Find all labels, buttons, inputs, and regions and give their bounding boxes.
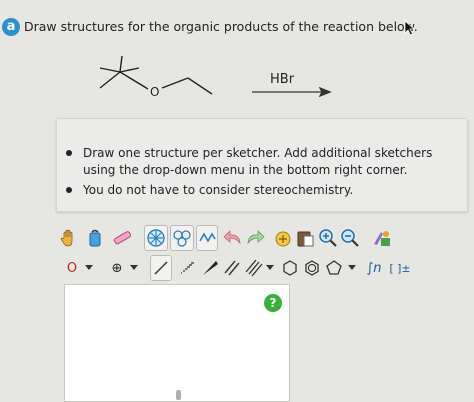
bracket-label: [ ]± [389,261,411,275]
triple-bond-button[interactable] [244,255,264,281]
benzene-circle-icon [147,229,165,247]
chain-icon [199,232,216,243]
sgroup-button[interactable]: ∫n [364,255,384,281]
double-bond-icon [224,260,240,276]
charge-tool-button[interactable]: ⊕ [108,255,126,281]
mouse-cursor-icon [404,20,416,36]
question-badge: a [2,18,20,36]
bracket-button[interactable]: [ ]± [388,255,412,281]
reaction-arrow [252,86,332,98]
zoom-in-button[interactable] [318,225,338,251]
chain-tool-button[interactable] [196,225,218,251]
bond-dropdown-button[interactable] [264,255,276,281]
ring-dropdown-button[interactable] [346,255,358,281]
reaction-scheme: O HBr [99,55,332,99]
eraser-icon [113,231,132,245]
redo-button[interactable] [244,225,266,251]
color-palette-icon [374,231,390,246]
lasso-icon [89,229,101,247]
pan-hand-tool[interactable] [58,225,80,251]
paste-button[interactable] [294,225,316,251]
pentagon-icon [326,260,342,275]
sketcher-toolbar-bottom: O ⊕ ∫n [ ]± [58,255,458,281]
atom-label: O [66,260,78,276]
scroll-handle[interactable] [176,390,181,400]
ring-template-button[interactable] [144,225,168,251]
eraser-tool[interactable] [110,225,134,251]
bullet-icon [66,150,72,156]
lasso-select-tool[interactable] [84,225,106,251]
single-bond-icon [154,261,168,275]
hashed-bond-button[interactable] [176,255,198,281]
chevron-down-icon [85,265,93,270]
chevron-down-icon [130,265,138,270]
bullet-icon [66,187,72,193]
chevron-down-icon [348,265,356,270]
benzene-button[interactable] [302,255,322,281]
hashed-bond-icon [181,262,194,274]
instruction-item: You do not have to consider stereochemis… [66,182,463,199]
cyclopentane-button[interactable] [324,255,344,281]
hexagon-icon [283,260,297,276]
zoom-in-icon [319,229,337,247]
hand-icon [60,229,73,247]
clipboard-icon [297,231,314,247]
color-tool-button[interactable] [370,225,394,251]
question-header: a Draw structures for the organic produc… [0,8,474,44]
instruction-item: Draw one structure per sketcher. Add add… [66,145,463,179]
reactant-oxygen-label: O [150,85,159,99]
triple-bond-icon [245,259,263,277]
cyclohexane-button[interactable] [280,255,300,281]
zoom-out-icon [341,229,359,247]
instructions-panel: Draw one structure per sketcher. Add add… [56,118,468,212]
undo-button[interactable] [222,225,244,251]
benzene-icon [305,260,319,276]
atom-dropdown-button[interactable] [82,255,96,281]
clean-broom-icon [275,231,291,247]
double-bond-button[interactable] [222,255,242,281]
template-library-button[interactable] [170,225,194,251]
charge-dropdown-button[interactable] [128,255,140,281]
drawing-canvas[interactable] [64,284,290,402]
chevron-down-icon [266,265,274,270]
template-rings-icon [173,230,191,247]
wedge-bond-icon [203,261,218,275]
sketcher-toolbar-top [58,225,458,251]
single-bond-button[interactable] [150,255,172,281]
wedge-bond-button[interactable] [200,255,220,281]
help-button[interactable]: ? [264,294,282,312]
zoom-out-button[interactable] [340,225,360,251]
undo-arrow-icon [223,230,241,245]
reagent-label: HBr [270,72,295,87]
sgroup-label: ∫n [366,260,382,276]
charge-label: ⊕ [111,260,123,276]
redo-arrow-icon [247,230,265,245]
atom-oxygen-button[interactable]: O [64,255,80,281]
question-prompt: Draw structures for the organic products… [24,19,418,34]
clean-structure-button[interactable] [272,225,294,251]
